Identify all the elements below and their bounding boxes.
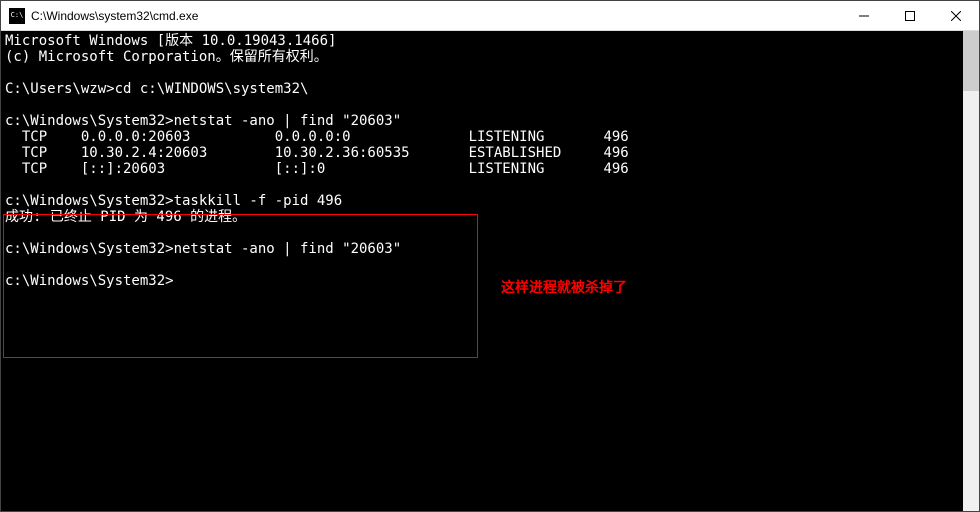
prompt-line: c:\Windows\System32>netstat -ano | find …	[5, 241, 401, 257]
window-title: C:\Windows\system32\cmd.exe	[31, 9, 841, 23]
netstat-row: TCP 0.0.0.0:20603 0.0.0.0:0 LISTENING 49…	[5, 129, 629, 145]
annotation-text: 这样进程就被杀掉了	[501, 279, 627, 295]
output-line: 成功: 已终止 PID 为 496 的进程。	[5, 209, 246, 225]
prompt-line: C:\Users\wzw>cd c:\WINDOWS\system32\	[5, 81, 308, 97]
scrollbar-track[interactable]	[963, 31, 979, 511]
close-icon	[951, 11, 961, 21]
prompt-line: c:\Windows\System32>	[5, 273, 174, 289]
prompt-line: c:\Windows\System32>taskkill -f -pid 496	[5, 193, 342, 209]
titlebar[interactable]: C:\Windows\system32\cmd.exe	[1, 1, 979, 31]
terminal-content: Microsoft Windows [版本 10.0.19043.1466] (…	[5, 33, 961, 289]
minimize-icon	[859, 11, 869, 21]
cmd-icon	[9, 8, 25, 24]
terminal-area[interactable]: Microsoft Windows [版本 10.0.19043.1466] (…	[1, 31, 979, 511]
cmd-window: C:\Windows\system32\cmd.exe Microsoft Wi…	[0, 0, 980, 512]
netstat-row: TCP 10.30.2.4:20603 10.30.2.36:60535 EST…	[5, 145, 629, 161]
prompt-line: c:\Windows\System32>netstat -ano | find …	[5, 113, 401, 129]
banner-line: (c) Microsoft Corporation。保留所有权利。	[5, 49, 328, 65]
maximize-button[interactable]	[887, 1, 933, 30]
window-controls	[841, 1, 979, 30]
maximize-icon	[905, 11, 915, 21]
scrollbar-thumb[interactable]	[963, 31, 979, 91]
close-button[interactable]	[933, 1, 979, 30]
netstat-row: TCP [::]:20603 [::]:0 LISTENING 496	[5, 161, 629, 177]
minimize-button[interactable]	[841, 1, 887, 30]
banner-line: Microsoft Windows [版本 10.0.19043.1466]	[5, 33, 336, 49]
